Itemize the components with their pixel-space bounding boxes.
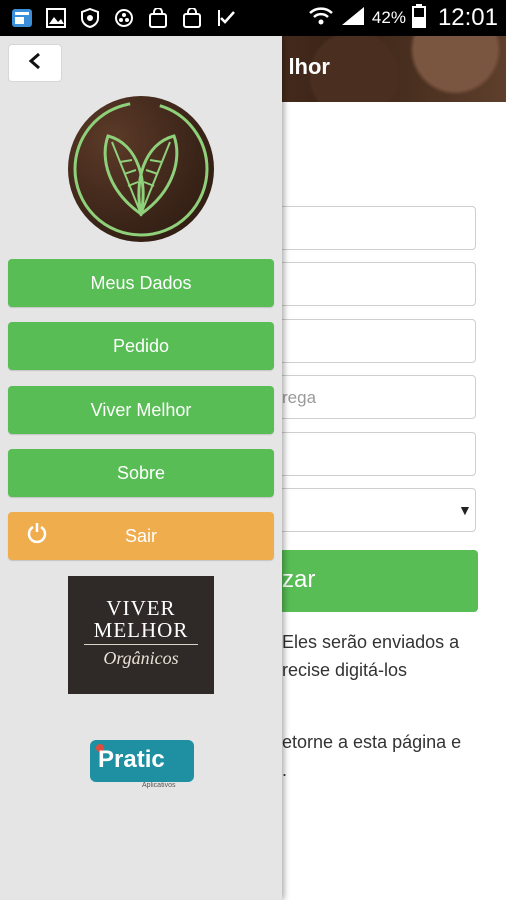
info-text-line: . (282, 760, 288, 780)
pratic-name: Pratic (98, 746, 165, 773)
battery-percent: 42% (371, 8, 406, 27)
select-field[interactable] (262, 488, 476, 532)
image-icon (44, 6, 68, 30)
chevron-left-icon (27, 52, 43, 75)
navigation-drawer: Meus Dados Pedido Viver Melhor Sobre Sai… (0, 36, 282, 900)
pratic-logo: Pratic (90, 740, 194, 782)
check-flag-icon (214, 6, 238, 30)
info-text-line: etorne a esta página e (282, 732, 462, 752)
menu-viver-melhor[interactable]: Viver Melhor (8, 386, 274, 434)
menu-label: Sobre (116, 462, 166, 483)
pratic-subtitle: Aplicativos (142, 782, 176, 789)
bag-icon (180, 6, 204, 30)
menu-sobre[interactable]: Sobre (8, 449, 274, 497)
form-field-5[interactable] (262, 432, 476, 476)
brand-divider (84, 644, 198, 645)
logout-label: Sair (124, 525, 157, 546)
field-placeholder: rega (282, 388, 317, 407)
info-text-line: Eles serão enviados a (282, 632, 460, 652)
shield-icon (78, 6, 102, 30)
menu-pedido[interactable]: Pedido (8, 322, 274, 370)
back-button[interactable] (8, 44, 62, 82)
signal-icon (340, 5, 366, 32)
brand-line: MELHOR (93, 618, 189, 642)
form-field-3[interactable] (262, 319, 476, 363)
bag-icon (146, 6, 170, 30)
form-field-2[interactable] (262, 262, 476, 306)
info-text-line: recise digitá-los (282, 660, 408, 680)
settings-circle-icon (112, 6, 136, 30)
form-field-1[interactable] (262, 206, 476, 250)
power-icon (26, 522, 48, 544)
menu-label: Pedido (112, 335, 170, 356)
menu-label: Meus Dados (90, 272, 192, 293)
submit-button-label: zar (282, 566, 316, 593)
viver-melhor-logo: VIVER MELHOR Orgânicos (68, 576, 214, 694)
status-bar: 42% 12:01 (0, 0, 506, 36)
brand-line: Orgânicos (103, 648, 179, 668)
menu-label: Viver Melhor (90, 399, 192, 420)
caret-down-icon: ▼ (458, 502, 472, 518)
submit-button[interactable]: zar (262, 550, 478, 612)
battery-icon (411, 3, 426, 33)
news-app-icon (10, 6, 34, 30)
menu-meus-dados[interactable]: Meus Dados (8, 259, 274, 307)
wifi-icon (308, 5, 334, 32)
logout-button[interactable]: Sair (8, 512, 274, 560)
clock: 12:01 (437, 4, 498, 31)
leaf-logo (68, 96, 214, 242)
